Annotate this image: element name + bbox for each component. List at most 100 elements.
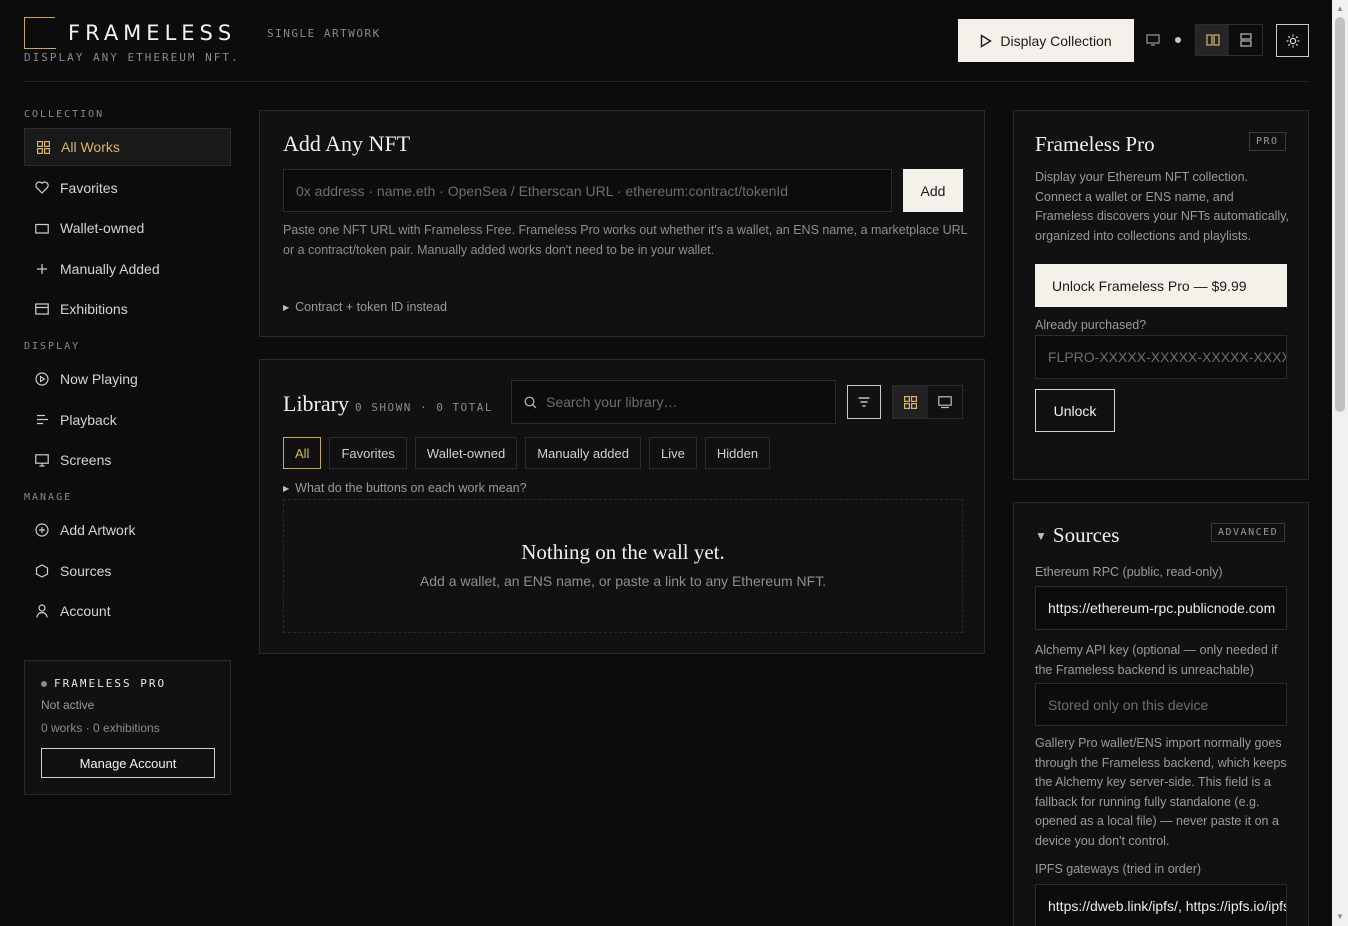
sidebar-item-now-playing[interactable]: Now Playing	[24, 360, 231, 398]
section-collection-title: COLLECTION	[24, 109, 105, 120]
sidebar-item-sources[interactable]: Sources	[24, 552, 231, 590]
grid-view-button[interactable]	[893, 386, 928, 418]
wallet-icon	[35, 221, 49, 235]
disclosure-label: What do the buttons on each work mean?	[295, 481, 527, 495]
scrollbar-thumb[interactable]	[1335, 17, 1345, 412]
rows-icon	[1239, 33, 1252, 47]
library-title: Library	[283, 391, 349, 416]
sidebar-item-label: Manually Added	[60, 260, 160, 277]
disclosure-label: Contract + token ID instead	[295, 300, 447, 314]
chip-wallet-owned[interactable]: Wallet-owned	[414, 437, 518, 469]
search-icon	[524, 396, 537, 408]
display-collection-button[interactable]: Display Collection	[958, 19, 1134, 62]
pro-panel-title: Frameless Pro	[1035, 132, 1155, 156]
contract-token-disclosure[interactable]: ▶ Contract + token ID instead	[283, 300, 447, 314]
theme-button[interactable]	[1276, 24, 1309, 57]
filter-chips: All Favorites Wallet-owned Manually adde…	[283, 437, 771, 469]
hexagon-icon	[35, 563, 49, 578]
already-purchased-label: Already purchased?	[1035, 318, 1147, 332]
display-view-button[interactable]	[928, 386, 963, 418]
sidebar-item-account[interactable]: Account	[24, 592, 231, 630]
exhibition-icon	[35, 302, 49, 316]
sidebar-item-favorites[interactable]: Favorites	[24, 169, 231, 207]
empty-subtitle: Add a wallet, an ENS name, or paste a li…	[419, 573, 827, 589]
sources-title: Sources	[1052, 523, 1120, 547]
disclosure-triangle-icon: ▶	[283, 302, 290, 312]
chip-favorites[interactable]: Favorites	[329, 437, 407, 469]
page-scrollbar[interactable]: ▲ ▼	[1332, 0, 1348, 926]
sidebar-item-screens[interactable]: Screens	[24, 441, 231, 479]
sidebar-item-label: Account	[60, 603, 111, 619]
alchemy-label: Alchemy API key (optional — only needed …	[1035, 643, 1278, 677]
rpc-label: Ethereum RPC (public, read-only)	[1035, 565, 1223, 579]
sidebar-item-label: Favorites	[60, 179, 118, 196]
sort-filter-button[interactable]	[847, 385, 881, 419]
chip-all[interactable]: All	[283, 437, 322, 469]
sidebar-item-playback[interactable]: Playback	[24, 401, 231, 439]
sun-icon	[1286, 34, 1299, 47]
display-collection-label: Display Collection	[1000, 32, 1112, 49]
sidebar-item-all-works[interactable]: All Works	[24, 128, 231, 166]
chip-hidden[interactable]: Hidden	[704, 437, 771, 469]
section-manage-title: MANAGE	[24, 492, 73, 503]
sidebar-item-label: Exhibitions	[60, 301, 128, 317]
sidebar-item-label: Screens	[60, 452, 112, 468]
sources-panel: ▼ Sources ADVANCED Ethereum RPC (public,…	[1013, 502, 1309, 926]
sidebar-item-label: Wallet-owned	[60, 220, 145, 236]
chip-live[interactable]: Live	[649, 437, 697, 469]
pro-card-status: Not active	[41, 698, 95, 712]
nft-input[interactable]: 0x address · name.eth · OpenSea / Ethers…	[283, 169, 892, 212]
filter-icon	[858, 397, 870, 407]
status-dot-icon	[41, 680, 47, 687]
add-nft-help: Paste one NFT URL with Frameless Free. F…	[283, 223, 968, 257]
mode-label: SINGLE ARTWORK	[267, 27, 381, 40]
sidebar-item-label: All Works	[61, 139, 120, 155]
screen-icon[interactable]	[1145, 33, 1161, 47]
sidebar-item-exhibitions[interactable]: Exhibitions	[24, 290, 231, 328]
library-heading: Library 0 SHOWN · 0 TOTAL	[283, 391, 493, 417]
layout-rows-button[interactable]	[1229, 25, 1262, 55]
logo-frame-icon	[24, 17, 56, 49]
sidebar-item-manually-added[interactable]: Manually Added	[24, 250, 231, 288]
brand-tagline: DISPLAY ANY ETHEREUM NFT.	[24, 51, 240, 64]
sidebar-item-label: Now Playing	[60, 371, 138, 387]
layout-toggle	[1195, 24, 1263, 56]
layout-columns-button[interactable]	[1196, 25, 1229, 55]
pro-card-counts: 0 works · 0 exhibitions	[41, 721, 160, 735]
empty-title: Nothing on the wall yet.	[521, 540, 725, 564]
scroll-up-arrow-icon[interactable]: ▲	[1336, 4, 1344, 13]
scroll-down-arrow-icon[interactable]: ▼	[1336, 912, 1344, 921]
app-header: FRAMELESS SINGLE ARTWORK DISPLAY ANY ETH…	[0, 0, 1332, 82]
ipfs-label: IPFS gateways (tried in order)	[1035, 862, 1202, 876]
status-dot-icon	[1174, 36, 1182, 44]
buttons-help-disclosure[interactable]: ▶ What do the buttons on each work mean?	[283, 481, 527, 495]
plus-icon	[35, 262, 49, 276]
ipfs-gateways-input[interactable]: https://dweb.link/ipfs/, https://ipfs.io…	[1035, 884, 1287, 926]
monitor-icon	[937, 395, 952, 408]
view-toggle	[892, 385, 963, 419]
chip-manually-added[interactable]: Manually added	[525, 437, 641, 469]
license-key-input[interactable]: FLPRO-XXXXX-XXXXX-XXXXX-XXXXX	[1035, 335, 1287, 379]
add-button[interactable]: Add	[903, 169, 963, 212]
sources-heading[interactable]: ▼ Sources	[1035, 523, 1119, 548]
empty-state: Nothing on the wall yet. Add a wallet, a…	[283, 499, 963, 633]
user-icon	[35, 604, 49, 618]
alchemy-key-input[interactable]: Stored only on this device	[1035, 683, 1287, 726]
manage-account-button[interactable]: Manage Account	[41, 748, 215, 778]
heart-icon	[35, 181, 49, 195]
unlock-button[interactable]: Unlock	[1035, 389, 1115, 432]
grid-icon	[903, 395, 917, 409]
library-search-input[interactable]: Search your library…	[511, 380, 836, 424]
unlock-pro-button[interactable]: Unlock Frameless Pro — $9.99	[1035, 264, 1287, 307]
sidebar-item-wallet-owned[interactable]: Wallet-owned	[24, 209, 231, 247]
grid-icon	[36, 140, 50, 154]
sidebar-item-add-artwork[interactable]: Add Artwork	[24, 511, 231, 549]
rpc-input[interactable]: https://ethereum-rpc.publicnode.com	[1035, 586, 1287, 630]
play-circle-icon	[35, 372, 49, 386]
section-display-title: DISPLAY	[24, 341, 81, 352]
advanced-badge: ADVANCED	[1211, 523, 1286, 542]
pro-status-card: FRAMELESS PRO Not active 0 works · 0 exh…	[24, 660, 231, 795]
collapse-caret-icon: ▼	[1035, 528, 1047, 543]
library-counts: 0 SHOWN · 0 TOTAL	[354, 401, 494, 414]
add-nft-title: Add Any NFT	[283, 131, 411, 156]
